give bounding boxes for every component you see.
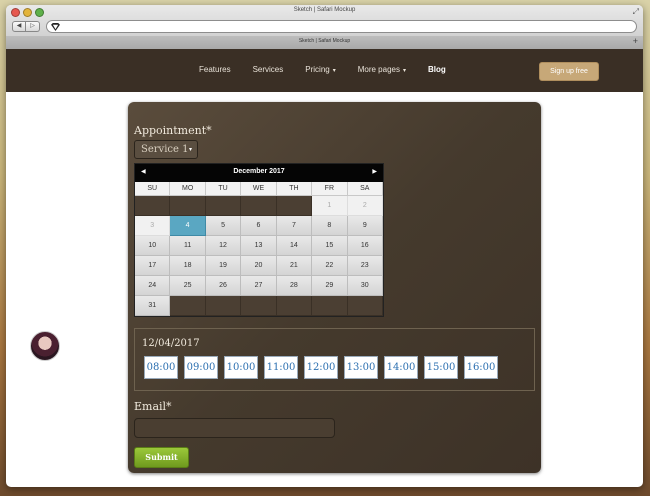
fullscreen-icon[interactable]: ⤢ [633,7,639,17]
calendar-empty-cell [170,296,206,316]
nav-services-link[interactable]: Services [253,65,284,74]
calendar-day[interactable]: 29 [312,276,348,296]
calendar-day[interactable]: 28 [276,276,313,296]
calendar-day[interactable]: 16 [347,236,383,256]
calendar-day[interactable]: 20 [241,256,277,276]
calendar-day[interactable]: 10 [135,236,171,256]
calendar-empty-cell [135,196,171,216]
nav-links: Features Services Pricing ▾ More pages ▾ B… [199,65,468,74]
time-slot-list: 08:00 09:00 10:00 11:00 12:00 13:00 14:00 15:00… [144,356,504,379]
calendar-day[interactable]: 24 [135,276,171,296]
appointment-label: Appointment* [134,124,212,137]
time-slot-button[interactable]: 10:00 [224,356,258,379]
time-slot-button[interactable]: 11:00 [264,356,298,379]
browser-titlebar: Sketch | Safari Mockup ⤢ ◀ ▷ Sketch | Sa… [6,5,643,49]
submit-button[interactable]: Submit [134,447,189,468]
browser-window: Sketch | Safari Mockup ⤢ ◀ ▷ Sketch | Sa… [6,5,643,487]
weekday-header: TU [205,182,242,196]
chevron-down-icon: ▾ [402,68,406,74]
time-slot-button[interactable]: 08:00 [144,356,178,379]
time-slot-button[interactable]: 14:00 [384,356,418,379]
nav-more-pages-label: More pages [357,65,400,74]
date-picker: ◀ December 2017 ▶ SU MO TU WE TH FR SA 1 2 3 4 5 6 7 8… [134,163,384,317]
calendar-day[interactable]: 1 [312,196,348,216]
history-buttons: ◀ ▷ [12,21,40,32]
site-navbar: Features Services Pricing ▾ More pages ▾ B… [6,49,643,92]
calendar-empty-cell [205,196,242,216]
new-tab-icon[interactable]: + [633,36,638,46]
email-field[interactable] [134,418,335,438]
nav-blog-link[interactable]: Blog [428,65,446,74]
tab-strip: Sketch | Safari Mockup + [6,36,643,49]
nav-pricing-label: Pricing [305,65,330,74]
calendar-day[interactable]: 30 [347,276,383,296]
time-slot-button[interactable]: 15:00 [424,356,458,379]
calendar-day[interactable]: 17 [135,256,171,276]
weekday-header: FR [312,182,348,196]
calendar-empty-cell [347,296,383,316]
weekday-header: SU [135,182,171,196]
calendar-day[interactable]: 25 [170,276,206,296]
calendar-day[interactable]: 7 [276,216,313,236]
calendar-day[interactable]: 22 [312,256,348,276]
time-slot-button[interactable]: 09:00 [184,356,218,379]
chevron-down-icon: ▾ [332,68,336,74]
calendar-day[interactable]: 31 [135,296,171,316]
service-select-value: Service 1 [141,144,189,155]
calendar-header: ◀ December 2017 ▶ [135,164,383,182]
service-select[interactable]: Service 1 ▾ [134,140,198,159]
calendar-day[interactable]: 11 [170,236,206,256]
nav-pricing-link[interactable]: Pricing ▾ [305,65,335,74]
calendar-empty-cell [276,296,313,316]
calendar-empty-cell [276,196,313,216]
calendar-day[interactable]: 9 [347,216,383,236]
next-month-icon[interactable]: ▶ [372,168,377,175]
time-slot-button[interactable]: 16:00 [464,356,498,379]
weekday-header: TH [276,182,313,196]
calendar-day[interactable]: 23 [347,256,383,276]
calendar-day-selected[interactable]: 4 [170,216,206,236]
nav-features-link[interactable]: Features [199,65,231,74]
selected-date: 12/04/2017 [142,338,200,349]
signup-button[interactable]: Sign up free [539,62,599,81]
window-title: Sketch | Safari Mockup [293,7,356,13]
chevron-down-icon: ▾ [188,146,192,153]
calendar-day[interactable]: 12 [205,236,242,256]
calendar-day[interactable]: 2 [347,196,383,216]
calendar-empty-cell [312,296,348,316]
calendar-grid: SU MO TU WE TH FR SA 1 2 3 4 5 6 7 8 9 10 11 12 13 14 15 16 17 1… [135,182,383,316]
weekday-header: MO [170,182,206,196]
calendar-day[interactable]: 6 [241,216,277,236]
calendar-day[interactable]: 19 [205,256,242,276]
time-slot-button[interactable]: 12:00 [304,356,338,379]
weekday-header: WE [241,182,277,196]
time-slot-button[interactable]: 13:00 [344,356,378,379]
appointment-form: Appointment* Service 1 ▾ ◀ December 2017… [128,102,541,473]
calendar-empty-cell [170,196,206,216]
calendar-empty-cell [205,296,242,316]
site-identity-icon [51,23,60,31]
calendar-day[interactable]: 18 [170,256,206,276]
calendar-day[interactable]: 27 [241,276,277,296]
calendar-day[interactable]: 21 [276,256,313,276]
calendar-month-title: December 2017 [233,168,285,175]
calendar-day[interactable]: 8 [312,216,348,236]
tab-title[interactable]: Sketch | Safari Mockup [6,38,643,44]
address-bar[interactable] [46,20,637,33]
nav-more-pages-link[interactable]: More pages ▾ [358,65,406,74]
calendar-day[interactable]: 15 [312,236,348,256]
weekday-header: SA [347,182,383,196]
calendar-empty-cell [241,296,277,316]
calendar-empty-cell [241,196,277,216]
calendar-day[interactable]: 5 [205,216,242,236]
email-label: Email* [134,400,172,413]
calendar-day[interactable]: 14 [276,236,313,256]
back-button[interactable]: ◀ [12,21,26,32]
forward-button[interactable]: ▷ [26,21,40,32]
calendar-day[interactable]: 26 [205,276,242,296]
calendar-day[interactable]: 3 [135,216,171,236]
calendar-day[interactable]: 13 [241,236,277,256]
time-slot-panel: 12/04/2017 08:00 09:00 10:00 11:00 12:00 13:0… [134,328,535,391]
avatar[interactable] [30,331,60,361]
